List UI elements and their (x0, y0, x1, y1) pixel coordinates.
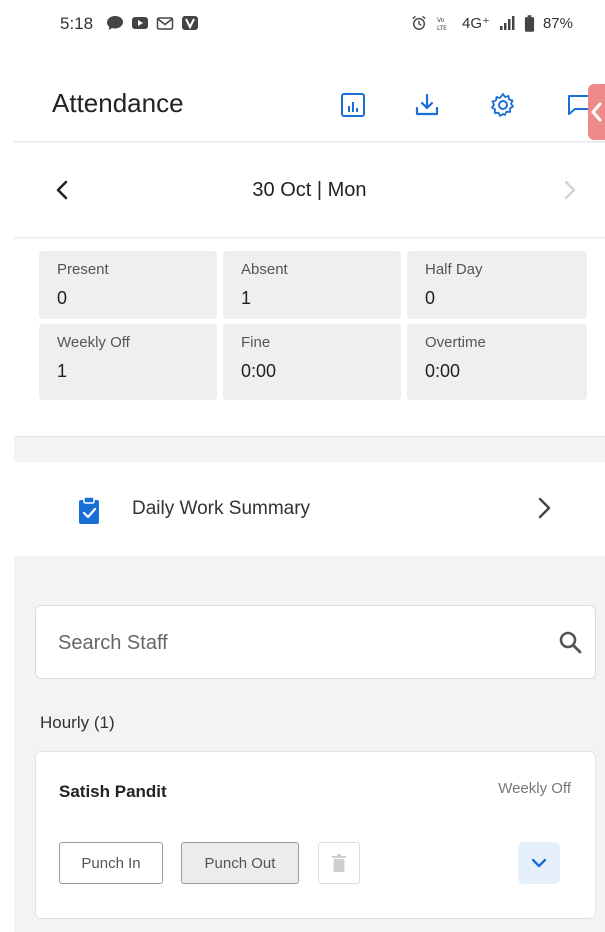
stat-present[interactable]: Present 0 (39, 251, 217, 319)
stat-value: 1 (57, 361, 68, 381)
stat-label: Fine (241, 334, 271, 351)
notification-icons (106, 15, 199, 31)
volte-icon: VoLTE (437, 17, 447, 31)
settings-button[interactable] (486, 88, 520, 122)
download-button[interactable] (410, 88, 444, 122)
expand-button[interactable] (518, 842, 560, 884)
youtube-icon (132, 17, 148, 29)
page-title: Attendance (52, 88, 184, 118)
stat-value: 0 (425, 288, 436, 308)
stat-half-day[interactable]: Half Day 0 (407, 251, 587, 319)
summary-label: Daily Work Summary (132, 498, 311, 519)
network-type: 4G⁺ (462, 15, 490, 32)
punch-in-button[interactable]: Punch In (59, 842, 163, 884)
alarm-icon (412, 15, 426, 30)
stat-label: Absent (241, 261, 288, 278)
daily-work-summary-row[interactable]: Daily Work Summary (14, 462, 605, 556)
staff-name: Satish Pandit (59, 782, 167, 801)
stat-label: Overtime (425, 334, 486, 351)
chat-bubble-icon (107, 16, 123, 30)
svg-text:Vo: Vo (437, 17, 445, 24)
signal-icon (499, 16, 515, 30)
settings-icon (491, 93, 514, 117)
status-time: 5:18 (60, 14, 94, 33)
current-date: 30 Oct | Mon (252, 179, 367, 201)
date-navigator: 30 Oct | Mon (14, 143, 605, 238)
search-box (35, 605, 596, 679)
stat-value: 0:00 (425, 361, 461, 381)
battery-percent: 87% (542, 14, 573, 32)
stat-weekly-off[interactable]: Weekly Off 1 (39, 324, 217, 400)
group-title: Hourly (1) (40, 713, 115, 732)
system-indicators: Vo LTE 4G⁺ 87% (410, 14, 573, 32)
status-bar: 5:18 Vo LTE 4G⁺ 87% (14, 0, 605, 50)
next-day-button[interactable] (552, 173, 586, 207)
app-screen: 5:18 Vo LTE 4G⁺ 87% Attendance 30 Oct | … (14, 0, 605, 932)
search-icon[interactable] (558, 630, 582, 654)
stat-overtime[interactable]: Overtime 0:00 (407, 324, 587, 400)
report-icon (341, 93, 365, 117)
chevron-right-icon (538, 497, 551, 519)
download-icon (415, 93, 439, 116)
stat-label: Weekly Off (57, 334, 130, 351)
app-bar: Attendance (14, 50, 605, 142)
stat-value: 0:00 (241, 361, 277, 381)
battery-icon (524, 14, 535, 32)
attendance-stats: Present 0 Absent 1 Half Day 0 Weekly Off… (14, 239, 605, 437)
chevron-right-icon (564, 180, 576, 200)
chevron-left-icon (591, 102, 602, 122)
search-staff-input[interactable] (58, 626, 528, 660)
stat-fine[interactable]: Fine 0:00 (223, 324, 401, 400)
delete-button[interactable] (318, 842, 360, 884)
stat-label: Half Day (425, 261, 483, 278)
stat-value: 0 (57, 288, 68, 308)
stat-absent[interactable]: Absent 1 (223, 251, 401, 319)
gmail-icon (156, 17, 174, 30)
staff-card[interactable]: Satish Pandit Weekly Off Punch In Punch … (35, 751, 596, 919)
trash-icon (332, 854, 346, 872)
report-button[interactable] (336, 88, 370, 122)
clipboard-check-icon (79, 497, 99, 524)
side-panel-handle[interactable] (588, 84, 605, 140)
svg-text:LTE: LTE (437, 25, 447, 31)
chevron-down-icon (531, 858, 547, 868)
punch-out-button[interactable]: Punch Out (181, 842, 299, 884)
stat-label: Present (57, 261, 109, 278)
v-app-icon (182, 16, 198, 30)
stat-value: 1 (241, 288, 252, 308)
left-margin (0, 0, 14, 932)
staff-status: Weekly Off (498, 780, 571, 797)
